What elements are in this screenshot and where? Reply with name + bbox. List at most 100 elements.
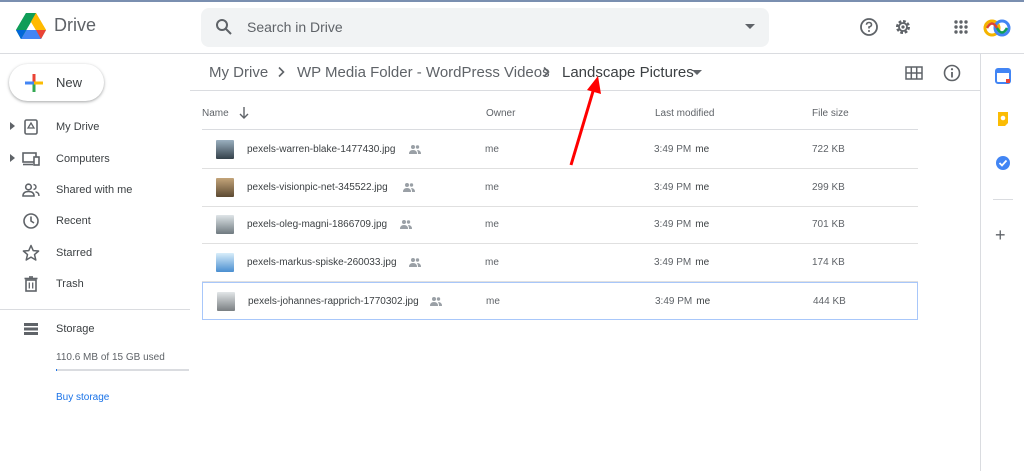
file-last-modified: 3:49 PM me (654, 219, 709, 230)
sidebar-item-my-drive[interactable]: My Drive (0, 112, 190, 142)
storage-used-text: 110.6 MB of 15 GB used (56, 352, 165, 363)
expand-caret-icon[interactable] (10, 122, 15, 130)
modified-by: me (695, 181, 710, 193)
table-row[interactable]: pexels-markus-spiske-260033.jpg me 3:49 PM… (202, 244, 918, 283)
drive-logo-icon[interactable] (16, 12, 46, 40)
file-name[interactable]: pexels-markus-spiske-260033.jpg (247, 257, 397, 268)
new-button[interactable]: New (9, 64, 104, 101)
breadcrumb-item-wp-media-folder[interactable]: WP Media Folder - WordPress Videos (297, 64, 550, 81)
folder-menu-dropdown-icon[interactable] (692, 70, 702, 75)
settings-icon[interactable] (892, 16, 914, 38)
sidebar-item-label: Computers (56, 153, 110, 165)
search-input[interactable]: Search in Drive (247, 19, 343, 35)
image-thumbnail (216, 215, 234, 235)
file-size: 444 KB (813, 295, 846, 307)
shared-people-icon (409, 258, 421, 268)
tasks-icon[interactable] (995, 155, 1011, 171)
annotation-arrow-icon (569, 76, 601, 166)
search-icon[interactable] (215, 18, 233, 36)
shared-people-icon (403, 182, 415, 192)
file-owner: me (486, 295, 500, 307)
grid-view-icon[interactable] (904, 63, 924, 83)
breadcrumb-item-my-drive[interactable]: My Drive (209, 64, 268, 81)
side-panel: + (980, 54, 1024, 471)
table-row[interactable]: pexels-oleg-magni-1866709.jpg me 3:49 PM me… (202, 206, 918, 245)
new-button-label: New (56, 75, 83, 90)
sidebar-item-label: My Drive (56, 121, 100, 133)
shared-with-me-icon (22, 183, 40, 197)
keep-icon[interactable] (995, 111, 1011, 127)
storage-progress-bar (56, 369, 189, 371)
file-last-modified: 3:49 PM me (655, 296, 710, 307)
modified-by: me (695, 144, 710, 155)
file-owner: me (485, 181, 499, 193)
file-owner: me (485, 219, 499, 231)
storage-icon (24, 323, 38, 335)
file-owner: me (485, 144, 499, 155)
sidebar-item-recent[interactable]: Recent (0, 206, 190, 236)
sidebar-item-storage[interactable]: Storage (0, 314, 190, 344)
file-last-modified: 3:49 PM me (654, 182, 709, 193)
app-name[interactable]: Drive (54, 15, 96, 36)
sidebar-item-trash[interactable]: Trash (0, 269, 190, 299)
add-addon-plus-icon[interactable]: + (995, 226, 1006, 244)
top-bar: Drive Search in Drive (0, 2, 1024, 54)
plus-icon (25, 74, 43, 92)
buy-storage-link[interactable]: Buy storage (56, 392, 109, 403)
clock-icon (23, 213, 39, 229)
modified-by: me (695, 257, 710, 269)
sidebar-item-computers[interactable]: Computers (0, 144, 190, 174)
search-options-icon[interactable] (745, 24, 755, 29)
modified-time: 3:49 PM (654, 257, 692, 269)
sort-arrow-down-icon[interactable] (238, 106, 250, 120)
sidebar-divider (0, 309, 190, 310)
side-panel-divider (993, 199, 1013, 200)
calendar-icon[interactable] (995, 68, 1011, 84)
trash-icon (24, 276, 38, 292)
table-row[interactable]: pexels-johannes-rapprich-1770302.jpg me 3:… (202, 281, 918, 320)
sidebar-item-starred[interactable]: Starred (0, 238, 190, 268)
sidebar-item-label: Recent (56, 215, 91, 227)
apps-grid-icon[interactable] (950, 16, 972, 38)
sidebar-item-shared-with-me[interactable]: Shared with me (0, 175, 190, 205)
shared-people-icon (409, 145, 421, 154)
sidebar-item-label: Trash (56, 278, 84, 290)
file-owner: me (485, 257, 499, 269)
file-name[interactable]: pexels-visionpic-net-345522.jpg (247, 182, 388, 193)
file-size: 722 KB (812, 144, 845, 155)
shared-people-icon (400, 220, 412, 230)
modified-time: 3:49 PM (655, 295, 693, 307)
help-icon[interactable] (858, 16, 880, 38)
file-name[interactable]: pexels-warren-blake-1477430.jpg (247, 144, 395, 155)
modified-by: me (695, 219, 710, 231)
shared-people-icon (430, 296, 442, 306)
modified-time: 3:49 PM (654, 181, 692, 193)
expand-caret-icon[interactable] (10, 154, 15, 162)
chevron-right-icon (543, 66, 550, 78)
table-row[interactable]: pexels-visionpic-net-345522.jpg me 3:49 PM… (202, 169, 918, 207)
image-thumbnail (216, 140, 234, 159)
file-name[interactable]: pexels-johannes-rapprich-1770302.jpg (248, 296, 419, 307)
search-box[interactable]: Search in Drive (201, 8, 769, 47)
chevron-right-icon (278, 66, 285, 78)
modified-time: 3:49 PM (654, 219, 692, 231)
column-header-file-size[interactable]: File size (812, 108, 849, 119)
modified-by: me (696, 295, 711, 307)
my-drive-icon (24, 119, 38, 135)
file-name[interactable]: pexels-oleg-magni-1866709.jpg (247, 219, 387, 230)
file-last-modified: 3:49 PM me (654, 144, 709, 155)
computers-icon (22, 152, 40, 166)
column-header-owner[interactable]: Owner (486, 108, 515, 119)
column-header-last-modified[interactable]: Last modified (655, 108, 714, 119)
storage-progress-fill (56, 369, 58, 371)
sidebar-item-label: Starred (56, 247, 93, 259)
sidebar-item-label: Shared with me (56, 184, 133, 196)
image-thumbnail (216, 177, 234, 197)
account-avatar[interactable] (983, 15, 1011, 41)
column-header-name[interactable]: Name (202, 108, 229, 119)
storage-label: Storage (56, 323, 95, 335)
info-icon[interactable] (942, 63, 962, 83)
file-last-modified: 3:49 PM me (654, 257, 709, 268)
image-thumbnail (217, 291, 235, 311)
image-thumbnail (216, 253, 234, 273)
